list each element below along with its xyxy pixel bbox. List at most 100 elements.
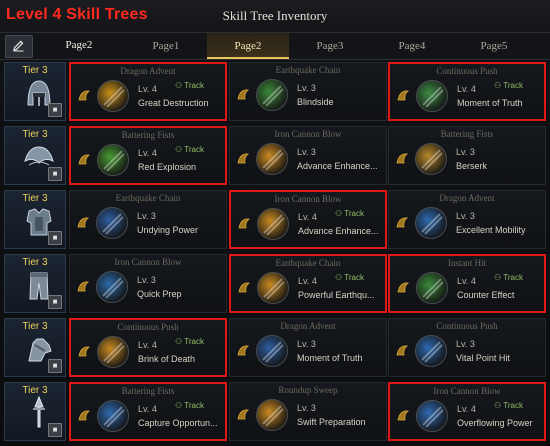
track-label: Track	[184, 81, 204, 90]
track-label: Track	[503, 273, 523, 282]
skill-card[interactable]: Iron Cannon Blow Lv. 4 Overflowing Power ⚇ …	[388, 382, 546, 441]
lock-icon: ■	[48, 295, 62, 309]
gem-icon	[78, 90, 91, 101]
tab-page1[interactable]: Page1	[125, 33, 207, 59]
track-icon: ⚇	[335, 209, 345, 218]
skill-card[interactable]: Earthquake Chain Lv. 4 Powerful Earthqu...…	[229, 254, 387, 313]
gem-icon	[238, 282, 251, 293]
tab-page5[interactable]: Page5	[453, 33, 535, 59]
gem-icon	[396, 217, 409, 228]
track-button[interactable]: ⚇ Track	[494, 81, 523, 90]
gem-icon	[78, 154, 91, 165]
skill-level: Lv. 4	[138, 340, 157, 350]
edit-button[interactable]	[5, 35, 33, 58]
tripod-name: Overflowing Power	[457, 418, 533, 428]
skill-card[interactable]: Battering Fists Lv. 3 Berserk	[388, 126, 546, 185]
gem-icon	[78, 410, 91, 421]
skill-name: Earthquake Chain	[275, 258, 341, 268]
tripod-name: Moment of Truth	[297, 353, 363, 363]
skill-card[interactable]: Dragon Advent Lv. 4 Great Destruction ⚇ Tra…	[69, 62, 227, 121]
lock-icon: ■	[48, 359, 62, 373]
gem-icon	[237, 409, 250, 420]
skill-level: Lv. 3	[137, 275, 156, 285]
skill-level: Lv. 3	[456, 147, 475, 157]
tripod-name: Brink of Death	[138, 354, 196, 364]
skill-name: Instant Hit	[447, 258, 487, 268]
track-button[interactable]: ⚇ Track	[175, 145, 204, 154]
track-button[interactable]: ⚇ Track	[175, 401, 204, 410]
tab-page3[interactable]: Page3	[289, 33, 371, 59]
gem-icon	[77, 281, 90, 292]
skill-card[interactable]: Continuous Push Lv. 4 Moment of Truth ⚇ Tra…	[388, 62, 546, 121]
track-button[interactable]: ⚇ Track	[494, 273, 523, 282]
tripod-name: Counter Effect	[457, 290, 515, 300]
skill-level: Lv. 4	[457, 84, 476, 94]
skill-level: Lv. 4	[138, 148, 157, 158]
skill-icon	[96, 271, 128, 303]
tripod-name: Undying Power	[137, 225, 199, 235]
tripod-name: Quick Prep	[137, 289, 182, 299]
tab-page2[interactable]: Page2	[207, 33, 289, 59]
equipment-slot-shoulders[interactable]: Tier 3 ■	[4, 126, 66, 185]
equipment-slot-weapon[interactable]: Tier 3 ■	[4, 382, 66, 441]
window-title: Skill Tree Inventory	[222, 8, 328, 23]
skill-card[interactable]: Instant Hit Lv. 4 Counter Effect ⚇ Track	[388, 254, 546, 313]
equipment-slot-helmet[interactable]: Tier 3 ■	[4, 62, 66, 121]
skill-name: Battering Fists	[121, 386, 175, 396]
skill-name: Continuous Push	[117, 322, 179, 332]
skill-card[interactable]: Earthquake Chain Lv. 3 Undying Power	[69, 190, 227, 249]
skill-name: Dragon Advent	[120, 66, 176, 76]
skill-card[interactable]: Dragon Advent Lv. 3 Moment of Truth	[229, 318, 387, 377]
skill-card[interactable]: Battering Fists Lv. 4 Red Explosion ⚇ Track	[69, 126, 227, 185]
skill-icon	[257, 208, 289, 240]
skill-icon	[416, 80, 448, 112]
track-button[interactable]: ⚇ Track	[175, 81, 204, 90]
gem-icon	[238, 218, 251, 229]
skill-card[interactable]: Roundup Sweep Lv. 3 Swift Preparation	[229, 382, 387, 441]
skill-level: Lv. 3	[297, 147, 316, 157]
tripod-name: Moment of Truth	[457, 98, 523, 108]
skill-icon	[256, 335, 288, 367]
skill-card[interactable]: Earthquake Chain Lv. 3 Blindside	[229, 62, 387, 121]
skill-icon	[97, 336, 129, 368]
equipment-slot-pants[interactable]: Tier 3 ■	[4, 254, 66, 313]
tripod-name: Powerful Earthqu...	[298, 290, 375, 300]
skill-icon	[96, 207, 128, 239]
track-button[interactable]: ⚇ Track	[175, 337, 204, 346]
track-label: Track	[184, 401, 204, 410]
skill-name: Iron Cannon Blow	[274, 129, 342, 139]
track-button[interactable]: ⚇ Track	[335, 273, 364, 282]
track-icon: ⚇	[175, 337, 185, 346]
tripod-name: Excellent Mobility	[456, 225, 526, 235]
track-button[interactable]: ⚇ Track	[494, 401, 523, 410]
tab-page4[interactable]: Page4	[371, 33, 453, 59]
equipment-row: Tier 3 ■ Battering Fists Lv. 4 Red Explosion…	[0, 126, 550, 186]
skill-name: Iron Cannon Blow	[274, 194, 342, 204]
skill-level: Lv. 3	[456, 211, 475, 221]
skill-name: Roundup Sweep	[278, 385, 338, 395]
skill-card[interactable]: Iron Cannon Blow Lv. 3 Quick Prep	[69, 254, 227, 313]
gem-icon	[397, 410, 410, 421]
skill-level: Lv. 3	[297, 339, 316, 349]
gem-icon	[397, 90, 410, 101]
skill-name: Iron Cannon Blow	[433, 386, 501, 396]
track-label: Track	[344, 209, 364, 218]
track-button[interactable]: ⚇ Track	[335, 209, 364, 218]
skill-icon	[97, 400, 129, 432]
skill-card[interactable]: Continuous Push Lv. 4 Brink of Death ⚇ Trac…	[69, 318, 227, 377]
skill-name: Iron Cannon Blow	[114, 257, 182, 267]
equipment-slot-chest[interactable]: Tier 3 ■	[4, 190, 66, 249]
skill-card[interactable]: Battering Fists Lv. 4 Capture Opportun... ⚇…	[69, 382, 227, 441]
tripod-name: Capture Opportun...	[138, 418, 218, 428]
skill-name: Continuous Push	[436, 66, 498, 76]
skill-icon	[256, 399, 288, 431]
skill-level: Lv. 4	[138, 84, 157, 94]
tripod-name: Red Explosion	[138, 162, 197, 172]
equipment-slot-gloves[interactable]: Tier 3 ■	[4, 318, 66, 377]
track-label: Track	[503, 81, 523, 90]
gem-icon	[397, 282, 410, 293]
skill-card[interactable]: Iron Cannon Blow Lv. 4 Advance Enhance... ⚇…	[229, 190, 387, 249]
skill-card[interactable]: Iron Cannon Blow Lv. 3 Advance Enhance...	[229, 126, 387, 185]
skill-card[interactable]: Continuous Push Lv. 3 Vital Point Hit	[388, 318, 546, 377]
skill-card[interactable]: Dragon Advent Lv. 3 Excellent Mobility	[388, 190, 546, 249]
